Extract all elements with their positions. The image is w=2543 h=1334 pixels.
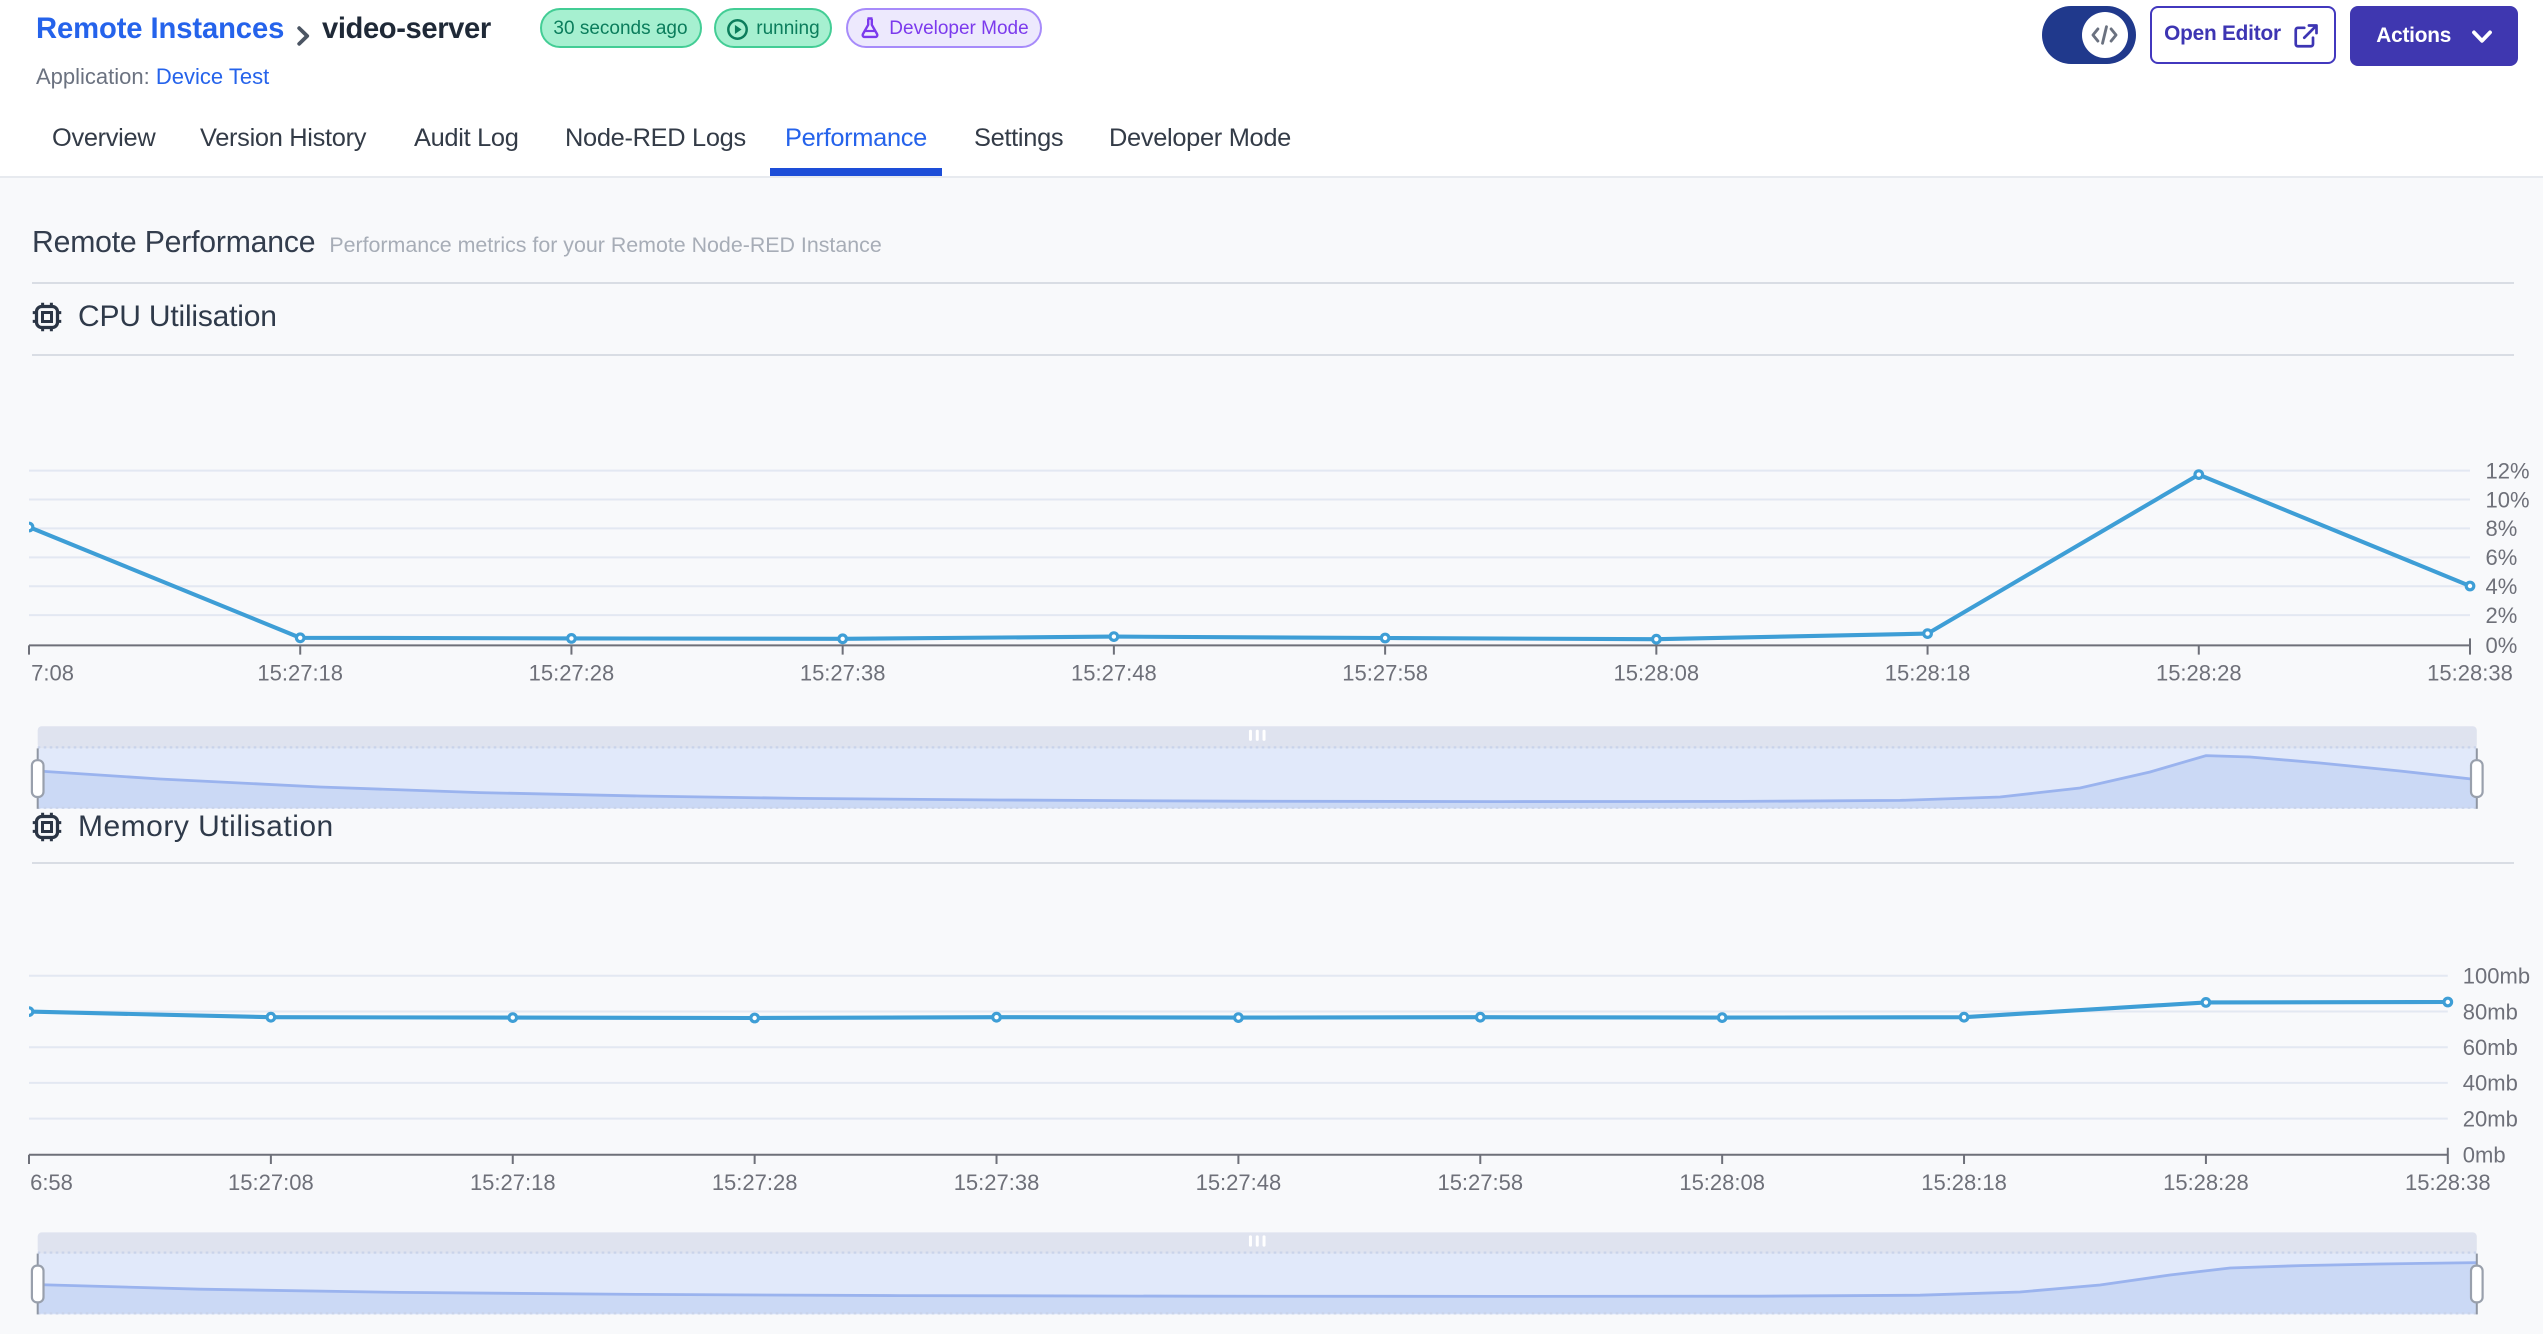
svg-text:15:28:08: 15:28:08 <box>1679 1170 1765 1195</box>
svg-text:8%: 8% <box>2486 516 2518 541</box>
svg-text:15:27:48: 15:27:48 <box>1196 1170 1282 1195</box>
svg-text:15:28:28: 15:28:28 <box>2163 1170 2249 1195</box>
svg-text:15:27:38: 15:27:38 <box>954 1170 1040 1195</box>
svg-text:10%: 10% <box>2486 487 2530 512</box>
svg-text:15:27:58: 15:27:58 <box>1342 660 1428 685</box>
svg-text:15:27:38: 15:27:38 <box>800 660 886 685</box>
svg-text:0%: 0% <box>2486 633 2518 658</box>
svg-text:80mb: 80mb <box>2463 999 2518 1024</box>
svg-text:15:28:38: 15:28:38 <box>2405 1170 2491 1195</box>
svg-text:0mb: 0mb <box>2463 1143 2506 1168</box>
svg-text:20mb: 20mb <box>2463 1106 2518 1131</box>
svg-text:15:27:28: 15:27:28 <box>712 1170 798 1195</box>
svg-text:15:28:08: 15:28:08 <box>1614 660 1700 685</box>
svg-text:100mb: 100mb <box>2463 964 2530 989</box>
svg-text:7:08: 7:08 <box>31 660 74 685</box>
svg-text:15:28:38: 15:28:38 <box>2427 660 2513 685</box>
svg-text:6:58: 6:58 <box>30 1170 73 1195</box>
svg-text:6%: 6% <box>2486 545 2518 570</box>
svg-text:15:27:18: 15:27:18 <box>257 660 343 685</box>
svg-text:2%: 2% <box>2486 603 2518 628</box>
svg-text:15:27:48: 15:27:48 <box>1071 660 1157 685</box>
svg-text:15:27:08: 15:27:08 <box>228 1170 314 1195</box>
svg-text:15:28:18: 15:28:18 <box>1921 1170 2007 1195</box>
svg-text:15:28:18: 15:28:18 <box>1885 660 1971 685</box>
svg-text:4%: 4% <box>2486 574 2518 599</box>
svg-text:15:27:18: 15:27:18 <box>470 1170 556 1195</box>
svg-text:12%: 12% <box>2486 458 2530 483</box>
svg-text:40mb: 40mb <box>2463 1071 2518 1096</box>
svg-text:15:27:28: 15:27:28 <box>529 660 615 685</box>
svg-text:15:27:58: 15:27:58 <box>1437 1170 1523 1195</box>
svg-text:15:28:28: 15:28:28 <box>2156 660 2242 685</box>
svg-text:60mb: 60mb <box>2463 1035 2518 1060</box>
